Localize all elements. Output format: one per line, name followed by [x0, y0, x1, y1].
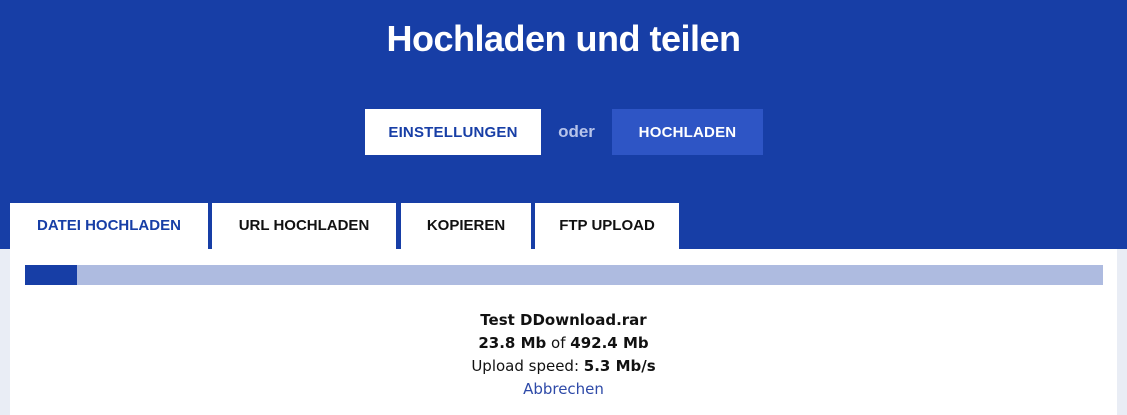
tab-file-upload[interactable]: DATEI HOCHLADEN: [10, 203, 208, 249]
tab-copy[interactable]: KOPIEREN: [401, 203, 531, 249]
page-title: Hochladen und teilen: [386, 18, 741, 59]
uploaded-size: 23.8 Mb: [478, 334, 547, 352]
or-separator: oder: [558, 122, 595, 141]
of-label: of: [551, 334, 566, 352]
upload-progress-bar: [25, 265, 1103, 285]
total-size: 492.4 Mb: [570, 334, 649, 352]
file-name: Test DDownload.rar: [480, 311, 647, 329]
settings-button[interactable]: EINSTELLUNGEN: [365, 109, 541, 155]
upload-speed-label: Upload speed:: [471, 357, 580, 375]
upload-button[interactable]: HOCHLADEN: [612, 109, 763, 155]
tab-ftp-upload[interactable]: FTP UPLOAD: [535, 203, 679, 249]
upload-info: Test DDownload.rar 23.8 Mb of 492.4 Mb U…: [10, 309, 1117, 401]
upload-speed-value: 5.3 Mb/s: [583, 357, 656, 375]
cancel-link[interactable]: Abbrechen: [523, 380, 604, 398]
tab-url-upload[interactable]: URL HOCHLADEN: [212, 203, 396, 249]
upload-progress-fill: [25, 265, 78, 285]
